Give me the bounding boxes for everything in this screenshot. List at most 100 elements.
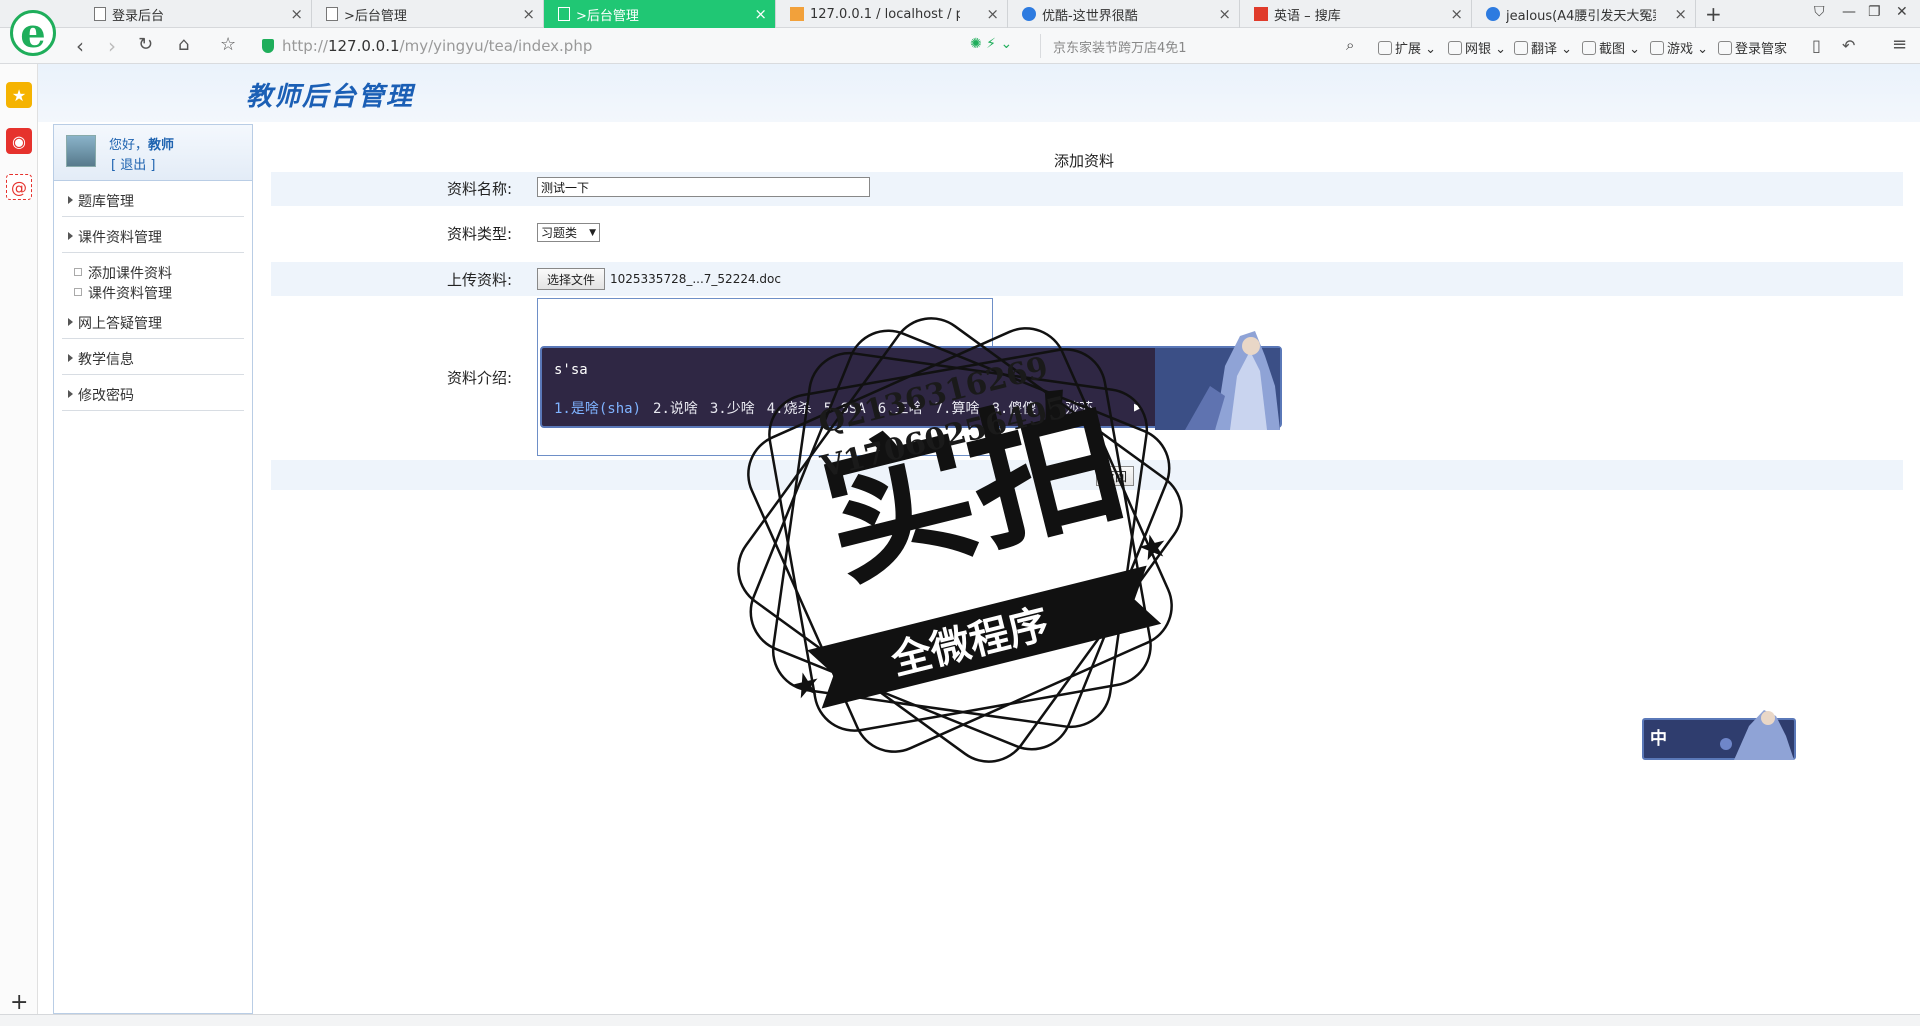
search-placeholder: 京东家装节跨万店4免1 <box>1053 40 1187 56</box>
tab-soku[interactable]: 英语 – 搜库 × <box>1240 0 1472 28</box>
tab-label: 英语 – 搜库 <box>1274 8 1341 24</box>
address-bar: ‹ › ↻ ⌂ ☆ http://127.0.0.1/my/yingyu/tea… <box>0 28 1920 64</box>
ime-mode[interactable]: 中 <box>1650 724 1667 749</box>
magnifier-icon <box>1718 41 1732 55</box>
url-path: /my/yingyu/tea/index.php <box>399 37 593 55</box>
page-title: 教师后台管理 <box>246 82 415 112</box>
toolbar-translate[interactable]: 翻译 ⌄ <box>1514 38 1572 57</box>
ime-skin-character-image <box>1155 331 1280 430</box>
ime-next-page-icon[interactable]: ▶ <box>1134 400 1142 415</box>
form-row-name <box>271 172 1903 206</box>
ime-composition: s'sa <box>554 362 588 378</box>
submenu-add-courseware[interactable]: 添加课件资料 <box>54 263 252 283</box>
tab-phpmyadmin[interactable]: 127.0.0.1 / localhost / phpyin × <box>776 0 1008 28</box>
ime-candidate[interactable]: 2.说啥 <box>653 401 698 417</box>
browser-sidebar: ★ ◉ @ + <box>0 64 38 1015</box>
games-icon <box>1650 41 1664 55</box>
url-host: 127.0.0.1 <box>327 37 400 55</box>
submenu-manage-courseware[interactable]: 课件资料管理 <box>54 283 252 303</box>
upload-filename: 1025335728_...7_52224.doc <box>610 272 781 286</box>
skin-icon[interactable]: ⛉ <box>1814 4 1825 20</box>
ime-candidate[interactable]: 4.烧杀 <box>767 401 812 417</box>
toolbar-extensions[interactable]: 扩展 ⌄ <box>1378 38 1436 57</box>
reload-icon[interactable]: ↻ <box>138 34 153 55</box>
ime-candidate[interactable]: 1.是啥(sha) <box>554 401 641 417</box>
tab-label: >后台管理 <box>344 8 407 24</box>
search-input[interactable]: 京东家装节跨万店4免1 <box>1040 34 1370 58</box>
page-icon <box>94 7 106 21</box>
toolbar-bank[interactable]: 网银 ⌄ <box>1448 38 1506 57</box>
menu-icon[interactable]: ≡ <box>1892 34 1907 55</box>
undo-icon[interactable]: ↶ <box>1842 36 1855 55</box>
menu-item-courseware[interactable]: 课件资料管理 <box>62 217 244 253</box>
mail-icon[interactable]: @ <box>6 174 32 200</box>
menu-item-teaching-info[interactable]: 教学信息 <box>62 339 244 375</box>
weibo-icon[interactable]: ◉ <box>6 128 32 154</box>
favorite-star-icon[interactable]: ☆ <box>220 34 236 55</box>
close-icon[interactable]: × <box>1450 5 1463 23</box>
browser-logo-icon[interactable]: e <box>10 10 56 57</box>
tab-admin-active[interactable]: >后台管理 × <box>544 0 776 28</box>
phpmyadmin-icon <box>790 7 804 21</box>
url-field[interactable]: http://127.0.0.1/my/yingyu/tea/index.php <box>262 34 1022 58</box>
menu-item-change-password[interactable]: 修改密码 <box>62 375 244 411</box>
star-icon: ★ <box>786 663 825 709</box>
soku-icon <box>1254 7 1268 21</box>
add-sidebar-icon[interactable]: + <box>10 990 28 1015</box>
bookmark-icon[interactable]: ▯ <box>1812 36 1821 55</box>
new-tab-icon[interactable]: + <box>1705 2 1722 26</box>
close-icon[interactable]: × <box>754 5 767 23</box>
type-select[interactable]: 习题类 ▼ <box>537 223 600 242</box>
close-window-icon[interactable]: ✕ <box>1896 4 1908 20</box>
restore-icon[interactable]: ❐ <box>1868 4 1881 20</box>
type-label: 资料类型: <box>447 225 513 243</box>
form-row-type <box>271 218 1903 252</box>
toolbar-screenshot[interactable]: 截图 ⌄ <box>1582 38 1640 57</box>
search-icon[interactable]: ⌕ <box>1346 36 1354 54</box>
form-row-actions <box>271 460 1903 490</box>
ime-status-bar[interactable]: 中 <box>1642 710 1796 760</box>
name-label: 资料名称: <box>447 180 513 198</box>
youku-icon <box>1022 7 1036 21</box>
upload-label: 上传资料: <box>447 271 513 289</box>
bank-icon <box>1448 41 1462 55</box>
close-icon[interactable]: × <box>986 5 999 23</box>
menu-item-qa[interactable]: 网上答疑管理 <box>62 303 244 339</box>
user-box: 您好，教师 [ 退出 ] <box>54 125 252 181</box>
form-title: 添加资料 <box>1054 152 1115 170</box>
close-icon[interactable]: × <box>522 5 535 23</box>
speed-mode-icon[interactable]: ✺ ⚡ ⌄ <box>970 36 1012 52</box>
toolbar-login-manager[interactable]: 登录管家 <box>1718 38 1787 57</box>
close-icon[interactable]: × <box>290 5 303 23</box>
close-icon[interactable]: × <box>1674 5 1687 23</box>
translate-icon <box>1514 41 1528 55</box>
tab-youku[interactable]: 优酷-这世界很酷 × <box>1008 0 1240 28</box>
tab-label: 登录后台 <box>112 8 165 24</box>
ime-candidate[interactable]: 3.少啥 <box>710 401 755 417</box>
tab-label: 优酷-这世界很酷 <box>1042 8 1138 24</box>
youku-icon <box>1486 7 1500 21</box>
forward-icon[interactable]: › <box>108 34 116 58</box>
favorites-star-icon[interactable]: ★ <box>6 82 32 108</box>
avatar <box>66 135 96 167</box>
name-input[interactable]: 测试一下 <box>537 177 870 197</box>
back-button[interactable]: 返回 <box>1096 466 1134 486</box>
tab-login[interactable]: 登录后台 × <box>80 0 312 28</box>
page-header: 教师后台管理 <box>38 64 1920 122</box>
greeting: 您好，教师 <box>109 138 175 153</box>
logout-link[interactable]: [ 退出 ] <box>111 154 155 173</box>
minimize-icon[interactable]: — <box>1842 4 1856 20</box>
menu-item-question-bank[interactable]: 题库管理 <box>62 181 244 217</box>
ime-status-skin-image <box>1720 710 1794 760</box>
back-icon[interactable]: ‹ <box>76 34 84 58</box>
home-icon[interactable]: ⌂ <box>178 34 189 55</box>
form-row-upload <box>271 262 1903 296</box>
star-icon: ★ <box>1133 524 1172 570</box>
tab-strip: 登录后台 × >后台管理 × >后台管理 × 127.0.0.1 / local… <box>0 0 1920 28</box>
tab-jealous[interactable]: jealous(A4腰引发天大冤案)—在 × <box>1472 0 1696 28</box>
choose-file-button[interactable]: 选择文件 <box>537 268 605 290</box>
close-icon[interactable]: × <box>1218 5 1231 23</box>
secure-shield-icon <box>262 39 274 53</box>
toolbar-games[interactable]: 游戏 ⌄ <box>1650 38 1708 57</box>
tab-admin-1[interactable]: >后台管理 × <box>312 0 544 28</box>
